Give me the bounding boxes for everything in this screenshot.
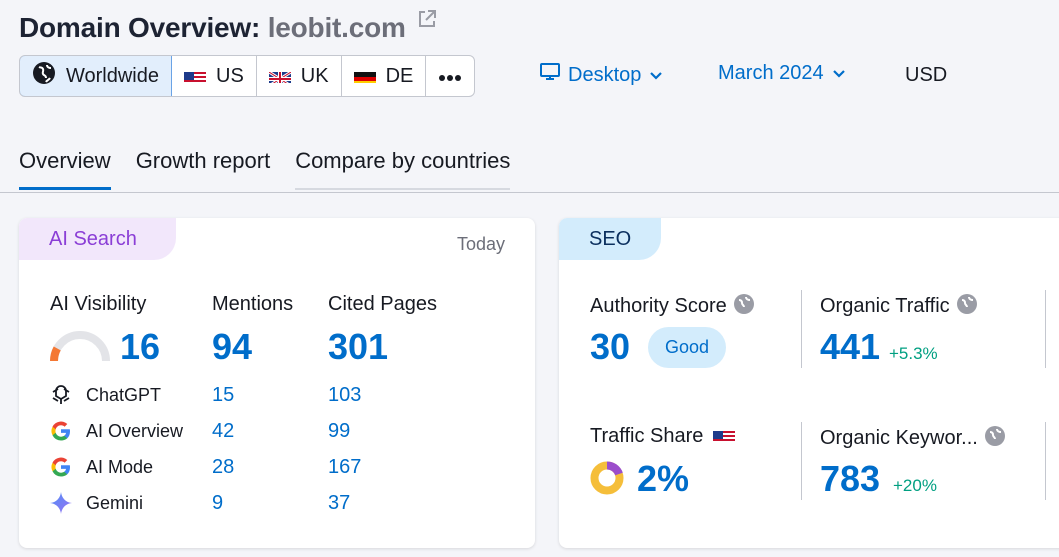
info-icon[interactable] <box>984 425 1006 447</box>
seo-card: SEO Authority Score 30 Good Organic Traf… <box>559 218 1059 548</box>
engine-name: Gemini <box>86 493 144 513</box>
page-title: Domain Overview: leobit.com <box>19 4 437 44</box>
device-dropdown[interactable]: Desktop <box>540 62 663 88</box>
tab-compare-by-countries[interactable]: Compare by countries <box>295 148 511 190</box>
organic-traffic-label: Organic Traffic <box>820 293 978 318</box>
engine-name: AI Mode <box>86 457 154 477</box>
divider <box>1045 290 1046 368</box>
chatgpt-icon <box>49 383 73 407</box>
authority-score-label: Authority Score <box>590 293 755 318</box>
engine-cited[interactable]: 167 <box>328 456 361 479</box>
de-flag-icon <box>353 69 376 83</box>
page-header: Domain Overview: leobit.com Worldwide US… <box>0 0 1059 194</box>
us-flag-icon <box>184 69 206 83</box>
organic-keywords-label: Organic Keywor... <box>820 425 1006 450</box>
desktop-icon <box>540 62 560 88</box>
organic-keywords-value[interactable]: 783 <box>820 458 880 500</box>
info-icon[interactable] <box>733 293 755 315</box>
region-label: DE <box>385 64 414 87</box>
region-label: US <box>216 64 244 87</box>
region-selector: Worldwide US UK DE <box>19 55 476 97</box>
info-icon[interactable] <box>956 293 978 315</box>
region-uk[interactable]: UK <box>257 56 342 96</box>
us-flag-icon <box>712 428 735 442</box>
ai-search-badge: AI Search <box>19 218 176 260</box>
traffic-share-text: Traffic Share <box>590 425 704 447</box>
google-icon <box>49 419 73 443</box>
date-dropdown[interactable]: March 2024 <box>718 62 846 85</box>
chevron-down-icon <box>832 62 846 85</box>
mentions-value[interactable]: 94 <box>212 326 252 368</box>
engine-cited[interactable]: 103 <box>328 384 361 407</box>
organic-traffic-text: Organic Traffic <box>820 295 950 317</box>
more-dots-icon <box>438 65 462 88</box>
traffic-share-value[interactable]: 2% <box>637 458 689 500</box>
engine-mentions[interactable]: 9 <box>212 492 223 515</box>
organic-keywords-text: Organic Keywor... <box>820 427 978 449</box>
gemini-icon <box>49 491 73 515</box>
domain-name[interactable]: leobit.com <box>268 12 406 43</box>
region-us[interactable]: US <box>172 56 257 96</box>
authority-rating-badge: Good <box>648 327 727 368</box>
traffic-share-label: Traffic Share <box>590 425 735 448</box>
visibility-gauge <box>50 331 110 362</box>
organic-traffic-value[interactable]: 441 <box>820 326 880 368</box>
chevron-down-icon <box>649 64 663 87</box>
cited-pages-value[interactable]: 301 <box>328 326 388 368</box>
ai-visibility-value[interactable]: 16 <box>120 326 160 368</box>
divider <box>801 422 802 500</box>
engine-mentions[interactable]: 15 <box>212 384 234 407</box>
tab-divider <box>0 192 1059 193</box>
divider <box>1045 422 1046 500</box>
tab-bar: Overview Growth report Compare by countr… <box>19 148 535 190</box>
mentions-label: Mentions <box>212 293 294 315</box>
uk-flag-icon <box>268 69 291 83</box>
engine-cited[interactable]: 99 <box>328 420 350 443</box>
engine-mentions[interactable]: 28 <box>212 456 234 479</box>
region-de[interactable]: DE <box>342 56 427 96</box>
organic-traffic-delta: +5.3% <box>889 344 938 363</box>
divider <box>801 290 802 368</box>
currency-label: USD <box>905 64 948 86</box>
date-label: March 2024 <box>718 62 824 84</box>
ai-search-card: AI Search Today AI Visibility Mentions C… <box>19 218 535 548</box>
date-label: Today <box>456 234 505 254</box>
engine-mentions[interactable]: 42 <box>212 420 234 443</box>
tab-growth-report[interactable]: Growth report <box>136 148 271 190</box>
authority-score-text: Authority Score <box>590 295 727 317</box>
region-label: UK <box>300 64 329 87</box>
engine-name: ChatGPT <box>86 385 162 405</box>
organic-keywords-delta: +20% <box>893 476 937 495</box>
device-label: Desktop <box>568 63 642 86</box>
more-regions-button[interactable] <box>426 56 474 96</box>
external-link-icon[interactable] <box>417 4 437 36</box>
tab-overview[interactable]: Overview <box>19 148 111 190</box>
google-icon <box>49 455 73 479</box>
authority-score-value[interactable]: 30 <box>590 326 630 368</box>
seo-badge: SEO <box>559 218 661 260</box>
region-worldwide[interactable]: Worldwide <box>20 56 172 96</box>
engine-name: AI Overview <box>86 421 184 441</box>
globe-icon <box>32 61 56 91</box>
region-label: Worldwide <box>66 64 159 87</box>
cited-pages-label: Cited Pages <box>328 293 437 315</box>
traffic-share-donut <box>590 461 624 495</box>
ai-visibility-label: AI Visibility <box>50 293 147 315</box>
engine-cited[interactable]: 37 <box>328 492 350 515</box>
title-prefix: Domain Overview: <box>19 12 261 43</box>
